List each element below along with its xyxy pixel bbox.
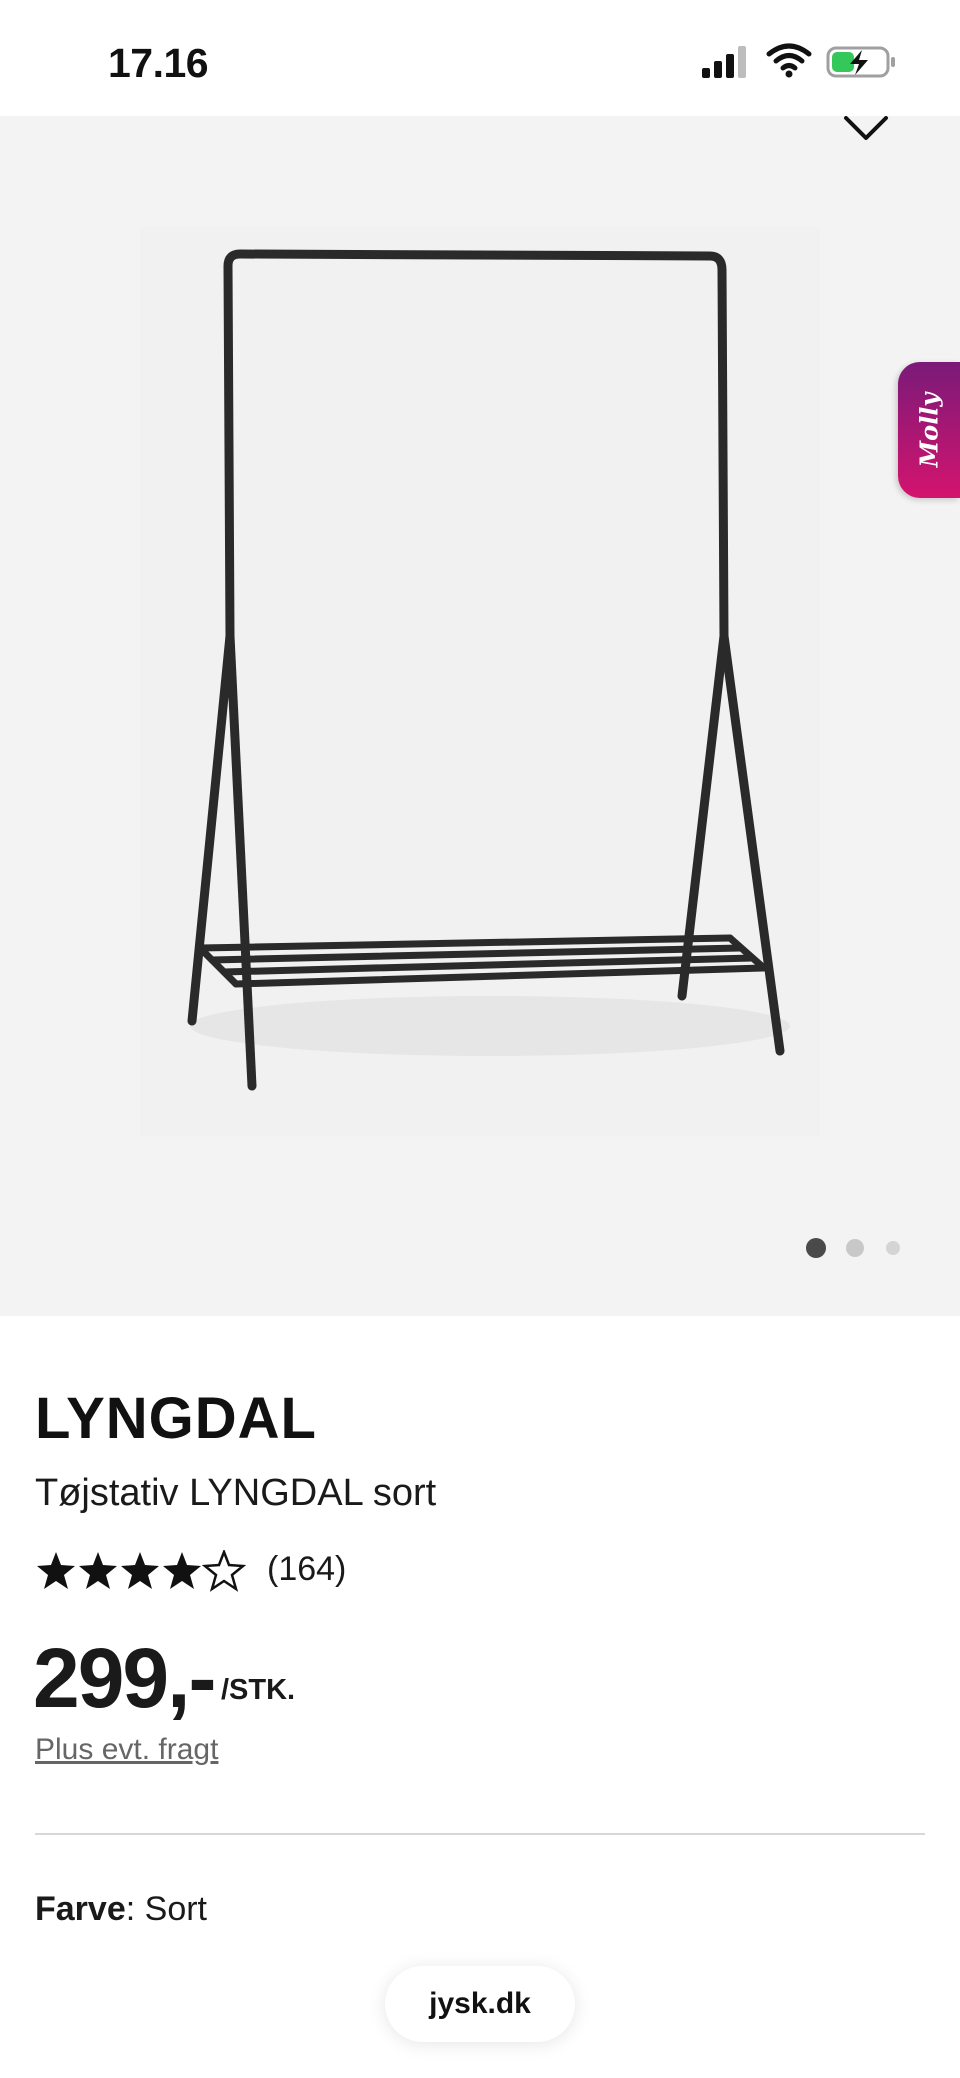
gallery-dot-2[interactable] — [846, 1239, 864, 1257]
product-brand: LYNGDAL — [35, 1386, 317, 1451]
status-bar: 17.16 — [0, 0, 960, 116]
product-rating[interactable]: (164) — [35, 1548, 435, 1594]
gallery-pagination — [806, 1238, 906, 1258]
freight-info-link[interactable]: Plus evt. fragt — [35, 1733, 218, 1767]
price-value: 299,- — [33, 1631, 216, 1725]
heart-outline-icon[interactable] — [840, 116, 892, 156]
product-name: Tøjstativ LYNGDAL sort — [35, 1472, 437, 1514]
browser-url-bar[interactable]: jysk.dk — [385, 1966, 575, 2042]
product-image-clothes-rack — [140, 226, 820, 1136]
star-rating-icon — [37, 1550, 245, 1591]
wifi-icon — [766, 43, 812, 78]
price-unit: /STK. — [221, 1674, 296, 1706]
review-count: (164) — [267, 1550, 347, 1588]
product-image-gallery[interactable]: Molly — [0, 116, 960, 1316]
color-value: Sort — [144, 1890, 207, 1928]
color-selector-row[interactable]: Farve: Sort — [35, 1890, 207, 1929]
product-price: 299,- /STK. — [33, 1630, 533, 1725]
battery-charging-icon — [826, 46, 895, 78]
cellular-signal-icon — [702, 46, 746, 78]
chat-assistant-label: Molly — [914, 392, 944, 468]
color-label: Farve — [35, 1890, 126, 1928]
gallery-dot-1[interactable] — [806, 1238, 826, 1258]
status-time: 17.16 — [108, 40, 209, 86]
chat-assistant-tab[interactable]: Molly — [898, 362, 960, 498]
color-separator: : — [125, 1890, 145, 1928]
gallery-dot-3[interactable] — [886, 1241, 900, 1255]
section-divider — [35, 1833, 925, 1835]
